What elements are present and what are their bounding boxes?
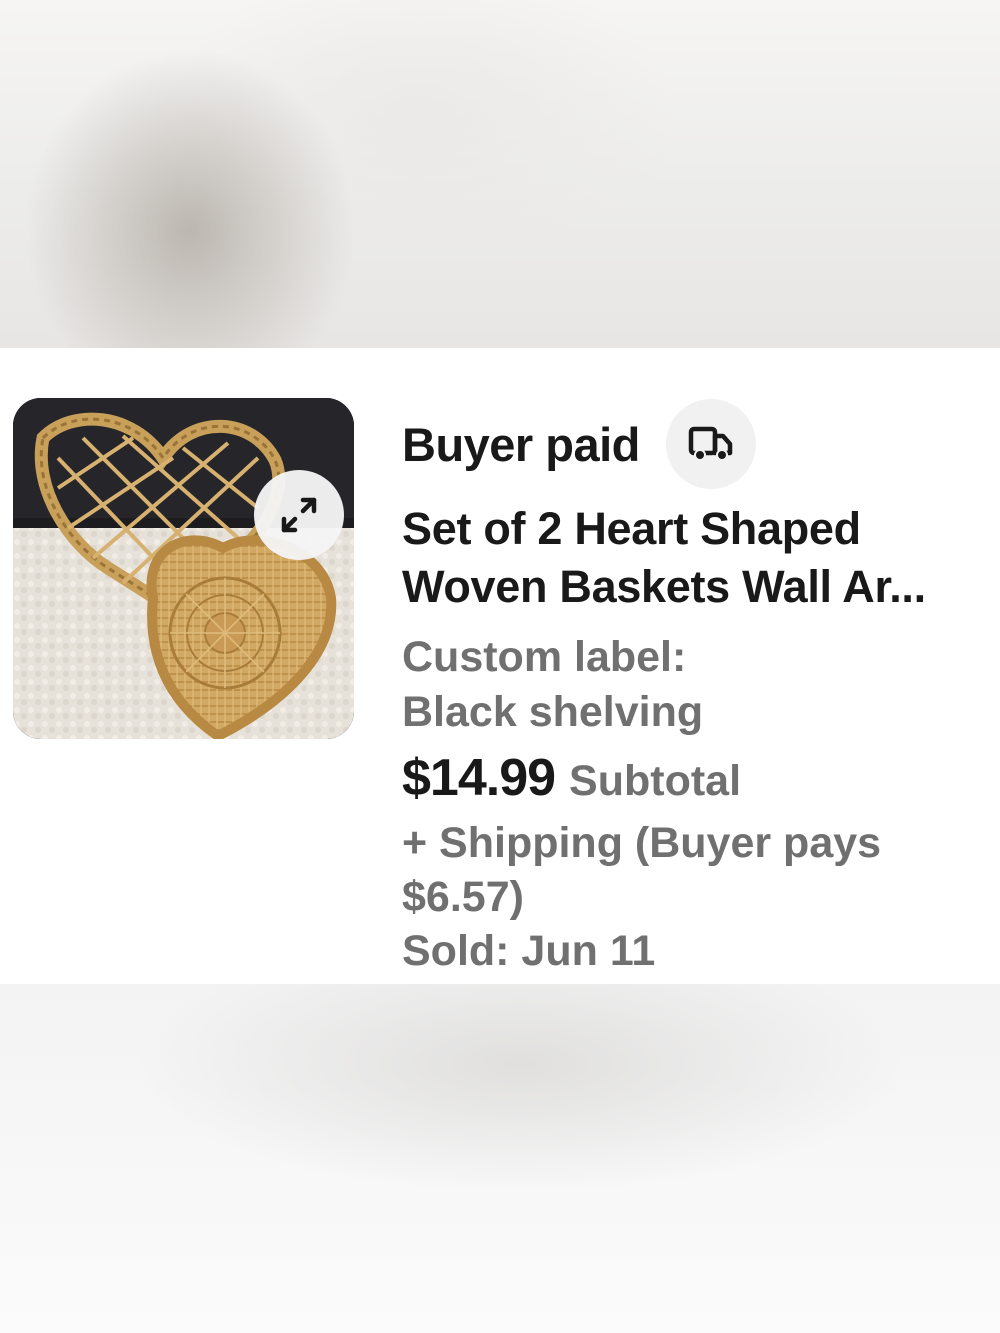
price-suffix: Subtotal bbox=[569, 757, 742, 805]
custom-label-value: Black shelving bbox=[402, 688, 704, 736]
sold-item-card[interactable]: Buyer paid Set of 2 Heart Shaped Woven B… bbox=[0, 348, 1000, 984]
sold-date: Sold: Jun 11 bbox=[402, 927, 656, 975]
shipping-status-button[interactable] bbox=[665, 399, 756, 489]
blurred-background-bottom bbox=[0, 984, 1000, 1333]
expand-image-button[interactable] bbox=[254, 470, 344, 560]
order-status: Buyer paid bbox=[402, 417, 640, 471]
truck-icon bbox=[688, 426, 733, 461]
item-thumbnail[interactable] bbox=[13, 398, 354, 739]
shipping-line-1: + Shipping (Buyer pays bbox=[402, 819, 882, 867]
item-price: $14.99 bbox=[402, 749, 556, 807]
woven-heart-baskets-photo bbox=[13, 398, 354, 739]
custom-label: Custom label: Black shelving bbox=[402, 630, 962, 740]
shipping-line-2: $6.57) bbox=[402, 873, 524, 921]
blurred-background-top bbox=[0, 0, 1000, 348]
item-title[interactable]: Set of 2 Heart Shaped Woven Baskets Wall… bbox=[402, 500, 992, 616]
custom-label-heading: Custom label: bbox=[402, 633, 687, 681]
shipping-info: + Shipping (Buyer pays $6.57) bbox=[402, 816, 962, 924]
expand-arrows-icon bbox=[281, 497, 317, 533]
price-row: $14.99 Subtotal bbox=[402, 748, 741, 818]
order-status-row: Buyer paid bbox=[402, 398, 756, 490]
